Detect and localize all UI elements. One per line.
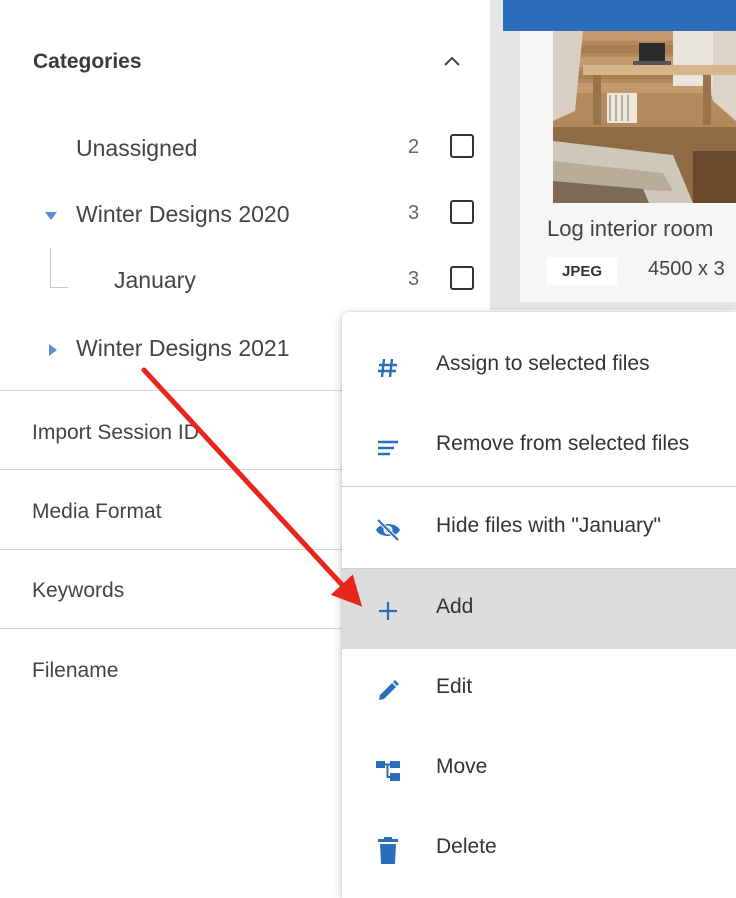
tree-item-label: Winter Designs 2020: [76, 201, 290, 227]
pencil-icon: [372, 675, 404, 707]
menu-item-delete[interactable]: Delete: [342, 809, 736, 889]
tree-item-checkbox[interactable]: [450, 200, 474, 224]
card-selection-bar: [503, 0, 736, 31]
menu-item-label: Delete: [436, 835, 497, 858]
menu-item-label: Remove from selected files: [436, 432, 690, 455]
context-menu: Assign to selected files Remove from sel…: [342, 312, 736, 898]
tree-item-winter-designs-2020[interactable]: Winter Designs 2020 3: [0, 188, 490, 242]
chevron-up-icon[interactable]: [440, 50, 464, 74]
filter-label: Media Format: [32, 500, 162, 523]
tree-item-label: Unassigned: [76, 135, 198, 161]
file-format-badge: JPEG: [547, 257, 617, 285]
menu-item-label: Edit: [436, 675, 473, 698]
menu-item-add[interactable]: Add: [342, 569, 736, 649]
tree-item-label: Winter Designs 2021: [76, 335, 290, 361]
menu-item-label: Hide files with "January": [436, 514, 662, 537]
tree-item-checkbox[interactable]: [450, 134, 474, 158]
menu-item-label: Move: [436, 755, 488, 778]
trash-icon: [372, 835, 404, 867]
menu-item-assign[interactable]: Assign to selected files: [342, 326, 736, 406]
tree-item-label: January: [114, 267, 196, 293]
categories-title: Categories: [33, 50, 142, 73]
remove-lines-icon: [372, 432, 404, 464]
tree-item-unassigned[interactable]: Unassigned 2: [0, 122, 490, 176]
caret-right-icon[interactable]: [46, 343, 60, 357]
move-tree-icon: [372, 755, 404, 787]
filter-label: Import Session ID: [32, 421, 199, 444]
hash-icon: [372, 352, 404, 384]
tree-item-checkbox[interactable]: [450, 266, 474, 290]
menu-item-remove[interactable]: Remove from selected files: [342, 406, 736, 486]
tree-item-january[interactable]: January 3: [0, 254, 490, 308]
menu-item-hide-files[interactable]: Hide files with "January": [342, 488, 736, 568]
filter-label: Keywords: [32, 579, 125, 602]
asset-title: Log interior room: [547, 216, 714, 241]
menu-item-edit[interactable]: Edit: [342, 649, 736, 729]
categories-header[interactable]: Categories: [0, 30, 490, 94]
plus-icon: [372, 595, 404, 627]
asset-thumbnail[interactable]: [553, 31, 736, 203]
asset-dimensions: 4500 x 3: [648, 258, 725, 280]
menu-divider: [342, 486, 736, 487]
eye-off-icon: [372, 514, 404, 546]
filter-label: Filename: [32, 659, 119, 682]
menu-item-move[interactable]: Move: [342, 729, 736, 809]
menu-item-label: Assign to selected files: [436, 352, 650, 375]
caret-down-icon[interactable]: [44, 209, 58, 223]
tree-item-count: 3: [408, 268, 420, 290]
tree-item-count: 3: [408, 202, 420, 224]
menu-item-label: Add: [436, 595, 474, 618]
tree-item-count: 2: [408, 136, 420, 158]
